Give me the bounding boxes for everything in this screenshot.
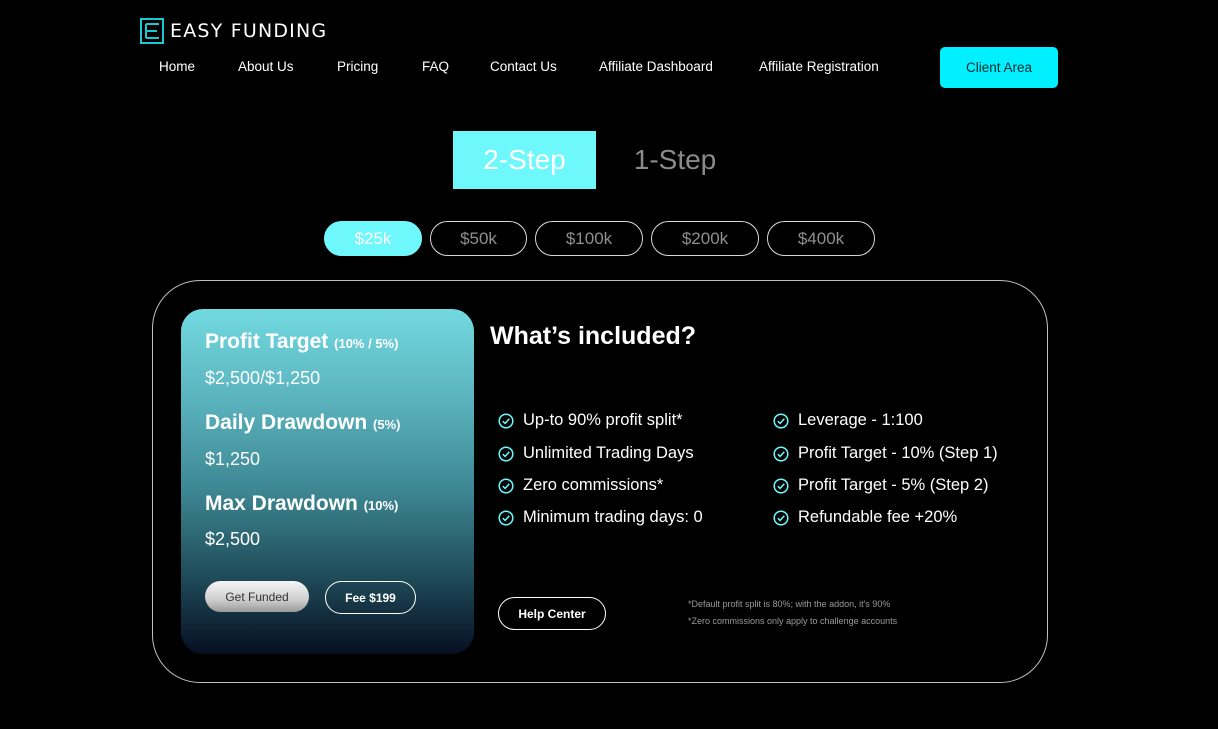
nav-affiliate-dashboard[interactable]: Affiliate Dashboard (599, 59, 713, 74)
check-circle-icon (773, 445, 789, 462)
feature-label: Profit Target - 10% (Step 1) (798, 444, 998, 462)
feature-label: Profit Target - 5% (Step 2) (798, 476, 989, 494)
footnote-commissions: *Zero commissions only apply to challeng… (688, 616, 898, 626)
brand-logo[interactable]: EASY FUNDING (140, 18, 327, 44)
account-size-100k[interactable]: $100k (535, 221, 643, 256)
feature-label: Up-to 90% profit split* (523, 411, 683, 429)
daily-drawdown-pct: (5%) (373, 417, 401, 432)
feature-label: Unlimited Trading Days (523, 444, 694, 462)
feature-item: Minimum trading days: 0 (498, 508, 703, 527)
whats-included-title: What’s included? (490, 322, 697, 350)
feature-label: Zero commissions* (523, 476, 664, 494)
feature-item: Profit Target - 5% (Step 2) (773, 476, 988, 495)
nav-pricing[interactable]: Pricing (337, 59, 378, 74)
feature-label: Minimum trading days: 0 (523, 508, 703, 526)
get-funded-button[interactable]: Get Funded (205, 581, 309, 612)
check-circle-icon (773, 509, 789, 526)
tab-2-step[interactable]: 2-Step (453, 131, 596, 189)
account-size-400k[interactable]: $400k (767, 221, 875, 256)
client-area-button[interactable]: Client Area (940, 47, 1058, 88)
tab-1-step[interactable]: 1-Step (620, 131, 730, 189)
max-drawdown-pct: (10%) (363, 498, 399, 513)
check-circle-icon (498, 477, 514, 494)
daily-drawdown-value: $1,250 (205, 449, 261, 469)
check-circle-icon (498, 509, 514, 526)
daily-drawdown-title: Daily Drawdown (5%) (205, 411, 401, 434)
account-size-200k[interactable]: $200k (651, 221, 759, 256)
max-drawdown-title: Max Drawdown (10%) (205, 492, 399, 515)
check-circle-icon (773, 477, 789, 494)
feature-item: Zero commissions* (498, 476, 663, 495)
feature-item: Up-to 90% profit split* (498, 411, 683, 430)
feature-label: Leverage - 1:100 (798, 411, 923, 429)
nav-home[interactable]: Home (159, 59, 195, 74)
logo-e-icon (140, 18, 164, 44)
check-circle-icon (498, 445, 514, 462)
brand-name: EASY FUNDING (170, 20, 328, 42)
feature-label: Refundable fee +20% (798, 508, 958, 526)
feature-item: Leverage - 1:100 (773, 411, 923, 430)
nav-faq[interactable]: FAQ (422, 59, 449, 74)
help-center-button[interactable]: Help Center (498, 597, 606, 630)
check-circle-icon (773, 412, 789, 429)
nav-contact-us[interactable]: Contact Us (490, 59, 557, 74)
profit-target-pct: (10% / 5%) (334, 336, 399, 351)
check-circle-icon (498, 412, 514, 429)
footnote-profit-split: *Default profit split is 80%; with the a… (688, 599, 891, 609)
nav-about-us[interactable]: About Us (238, 59, 294, 74)
account-size-25k[interactable]: $25k (324, 221, 422, 256)
feature-item: Profit Target - 10% (Step 1) (773, 444, 998, 463)
max-drawdown-value: $2,500 (205, 529, 261, 549)
feature-item: Unlimited Trading Days (498, 444, 694, 463)
profit-target-title: Profit Target (10% / 5%) (205, 330, 399, 353)
profit-target-value: $2,500/$1,250 (205, 368, 321, 388)
account-size-50k[interactable]: $50k (430, 221, 527, 256)
fee-button[interactable]: Fee $199 (325, 581, 416, 614)
feature-item: Refundable fee +20% (773, 508, 957, 527)
nav-affiliate-registration[interactable]: Affiliate Registration (759, 59, 879, 74)
